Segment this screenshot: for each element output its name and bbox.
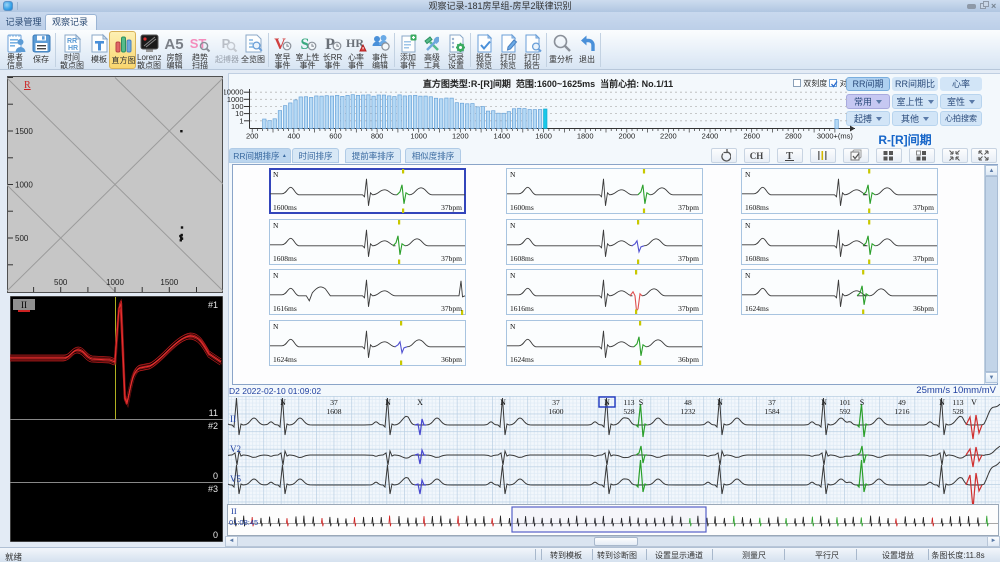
svg-text:0: 0 [213, 530, 218, 540]
svg-text:48: 48 [684, 398, 692, 407]
svg-text:1600: 1600 [535, 132, 552, 141]
svg-text:N: N [821, 398, 827, 407]
svg-text:113: 113 [624, 398, 635, 407]
svg-text:1000: 1000 [410, 132, 427, 141]
svg-text:3000+(ms): 3000+(ms) [817, 132, 854, 141]
svg-text:X: X [417, 398, 423, 407]
svg-text:01:08:45: 01:08:45 [229, 518, 258, 527]
svg-text:10000: 10000 [224, 88, 244, 97]
svg-text:N: N [385, 398, 391, 407]
svg-text:2400: 2400 [702, 132, 719, 141]
svg-text:200: 200 [246, 132, 259, 141]
svg-text:600: 600 [329, 132, 342, 141]
svg-text:R: R [24, 80, 31, 91]
svg-text:2800: 2800 [785, 132, 802, 141]
svg-text:0: 0 [213, 471, 218, 481]
svg-text:37: 37 [330, 398, 338, 407]
svg-text:N: N [604, 398, 610, 407]
svg-text:N: N [939, 398, 945, 407]
svg-text:V: V [971, 398, 977, 407]
svg-text:11: 11 [209, 408, 218, 418]
svg-text:N: N [717, 398, 723, 407]
svg-text:CH: CH [750, 151, 764, 161]
svg-text:1800: 1800 [577, 132, 594, 141]
svg-text:1584: 1584 [765, 407, 780, 416]
svg-text:S: S [639, 398, 643, 407]
svg-text:A5: A5 [164, 36, 183, 53]
svg-text:II: II [231, 506, 237, 516]
svg-text:1500: 1500 [15, 127, 33, 136]
svg-text:400: 400 [288, 132, 301, 141]
svg-text:#1: #1 [208, 300, 218, 310]
svg-text:1600: 1600 [549, 407, 564, 416]
svg-text:528: 528 [623, 407, 635, 416]
svg-text:N: N [280, 398, 286, 407]
svg-text:2000: 2000 [618, 132, 635, 141]
svg-text:37: 37 [768, 398, 776, 407]
svg-text:37: 37 [552, 398, 560, 407]
svg-text:HR: HR [67, 45, 77, 52]
svg-text:#2: #2 [208, 421, 218, 431]
svg-text:500: 500 [15, 234, 29, 243]
svg-text:1000: 1000 [106, 278, 124, 287]
svg-text:592: 592 [839, 407, 851, 416]
svg-text:800: 800 [371, 132, 384, 141]
svg-text:1608: 1608 [327, 407, 342, 416]
svg-text:ST: ST [190, 36, 206, 51]
svg-text:113: 113 [953, 398, 964, 407]
svg-text:1400: 1400 [494, 132, 511, 141]
svg-text:1200: 1200 [452, 132, 469, 141]
svg-text:V5: V5 [230, 474, 241, 484]
svg-text:1232: 1232 [681, 407, 696, 416]
svg-text:#3: #3 [208, 484, 218, 494]
svg-text:1000: 1000 [15, 181, 33, 190]
svg-text:500: 500 [54, 278, 68, 287]
svg-text:2600: 2600 [743, 132, 760, 141]
svg-text:49: 49 [898, 398, 906, 407]
svg-text:N: N [500, 398, 506, 407]
svg-text:II: II [230, 414, 236, 424]
svg-text:RR: RR [66, 38, 76, 45]
svg-text:528: 528 [952, 407, 964, 416]
svg-text:2200: 2200 [660, 132, 677, 141]
svg-text:101: 101 [839, 398, 851, 407]
svg-text:1216: 1216 [895, 407, 910, 416]
svg-text:1500: 1500 [160, 278, 178, 287]
svg-text:II: II [21, 300, 27, 310]
svg-text:V2: V2 [230, 444, 241, 454]
svg-text:S: S [860, 398, 864, 407]
